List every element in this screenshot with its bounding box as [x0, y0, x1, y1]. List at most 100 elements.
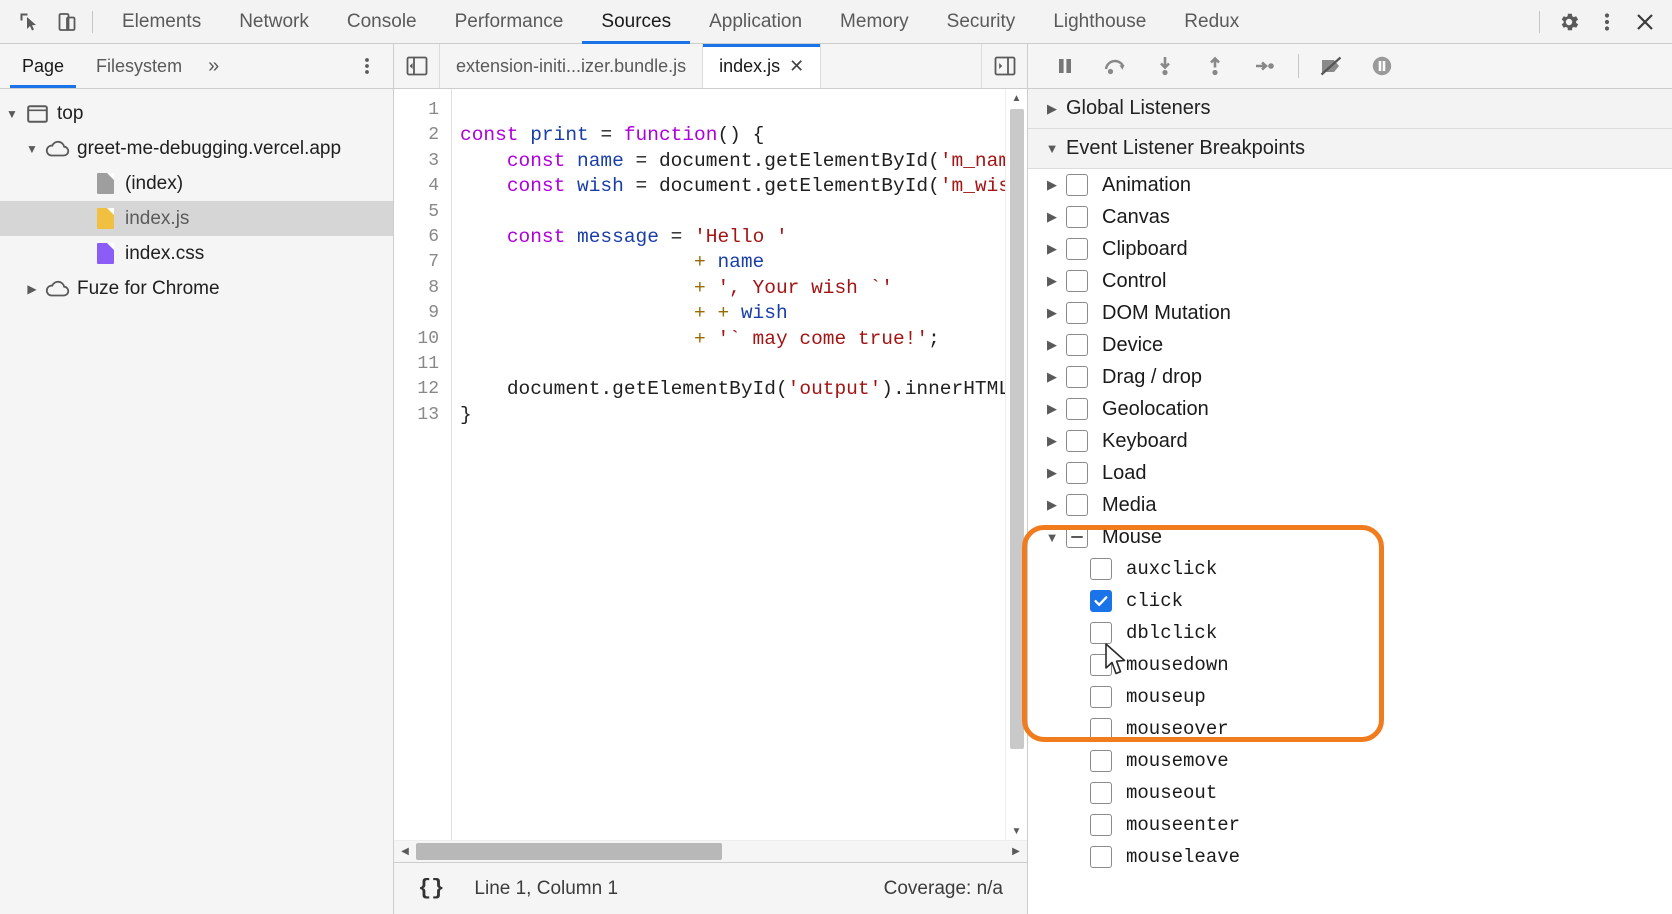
show-navigator-icon[interactable] — [394, 44, 440, 88]
checkbox-drag-drop[interactable] — [1066, 366, 1088, 388]
event-group-animation[interactable]: ▶ Animation — [1028, 169, 1672, 201]
editor-tab-extension-bundle[interactable]: extension-initi...izer.bundle.js — [440, 44, 704, 88]
editor-horizontal-scrollbar[interactable]: ◀ ▶ — [394, 840, 1027, 862]
tab-elements[interactable]: Elements — [103, 0, 220, 44]
pause-on-exceptions-icon[interactable] — [1357, 47, 1407, 85]
tree-item-vercel-app[interactable]: ▼ greet-me-debugging.vercel.app — [0, 131, 393, 166]
step-icon[interactable] — [1240, 47, 1290, 85]
device-toolbar-icon[interactable] — [48, 5, 86, 39]
tab-memory[interactable]: Memory — [821, 0, 928, 44]
event-item-mouseleave[interactable]: mouseleave — [1028, 841, 1672, 873]
section-global-listeners[interactable]: ▶ Global Listeners — [1028, 89, 1672, 129]
deactivate-breakpoints-icon[interactable] — [1307, 47, 1357, 85]
event-item-mousedown[interactable]: mousedown — [1028, 649, 1672, 681]
twisty-icon[interactable]: ▼ — [0, 107, 24, 121]
line-number[interactable]: 12 — [394, 377, 439, 402]
nav-tab-filesystem[interactable]: Filesystem — [80, 44, 198, 88]
line-number[interactable]: 10 — [394, 327, 439, 352]
editor-tab-index-js[interactable]: index.js ✕ — [703, 44, 822, 88]
checkbox-dom-mutation[interactable] — [1066, 302, 1088, 324]
scroll-right-icon[interactable]: ▶ — [1005, 846, 1027, 857]
code-line[interactable]: const name = document.getElementById('m_… — [460, 149, 1027, 174]
checkbox-auxclick[interactable] — [1090, 558, 1112, 580]
tab-application[interactable]: Application — [690, 0, 821, 44]
twisty-icon[interactable]: ▶ — [1038, 433, 1066, 449]
event-group-dom-mutation[interactable]: ▶ DOM Mutation — [1028, 297, 1672, 329]
code-line[interactable]: const wish = document.getElementById('m_… — [460, 174, 1027, 199]
event-group-canvas[interactable]: ▶ Canvas — [1028, 201, 1672, 233]
checkbox-mousedown[interactable] — [1090, 654, 1112, 676]
close-icon[interactable] — [1626, 5, 1664, 39]
scroll-left-icon[interactable]: ◀ — [394, 846, 416, 857]
tree-item-fuze-for-chrome[interactable]: ▶ Fuze for Chrome — [0, 271, 393, 306]
twisty-icon[interactable]: ▶ — [1038, 209, 1066, 225]
line-number[interactable]: 2 — [394, 123, 439, 148]
checkbox-mousemove[interactable] — [1090, 750, 1112, 772]
checkbox-clipboard[interactable] — [1066, 238, 1088, 260]
checkbox-control[interactable] — [1066, 270, 1088, 292]
tree-item-index-css[interactable]: index.css — [0, 236, 393, 271]
checkbox-dblclick[interactable] — [1090, 622, 1112, 644]
tree-item-index-html[interactable]: (index) — [0, 166, 393, 201]
twisty-icon[interactable]: ▶ — [1038, 241, 1066, 257]
source-code-text[interactable]: const print = function() { const name = … — [452, 89, 1027, 840]
code-line[interactable] — [460, 98, 1027, 123]
line-number[interactable]: 11 — [394, 352, 439, 377]
twisty-icon[interactable]: ▼ — [20, 142, 44, 156]
event-group-device[interactable]: ▶ Device — [1028, 329, 1672, 361]
checkbox-media[interactable] — [1066, 494, 1088, 516]
code-line[interactable]: + ', Your wish `' — [460, 276, 1027, 301]
section-event-listener-breakpoints[interactable]: ▼ Event Listener Breakpoints — [1028, 129, 1672, 169]
line-number[interactable]: 7 — [394, 250, 439, 275]
scroll-up-icon[interactable]: ▲ — [1006, 89, 1028, 107]
tab-lighthouse[interactable]: Lighthouse — [1034, 0, 1165, 44]
checkbox-click[interactable] — [1090, 590, 1112, 612]
event-item-mouseup[interactable]: mouseup — [1028, 681, 1672, 713]
pause-script-icon[interactable] — [1040, 47, 1090, 85]
line-number[interactable]: 9 — [394, 301, 439, 326]
checkbox-load[interactable] — [1066, 462, 1088, 484]
checkbox-geolocation[interactable] — [1066, 398, 1088, 420]
code-line[interactable] — [460, 352, 1027, 377]
pretty-print-icon[interactable]: {} — [408, 874, 454, 903]
twisty-icon[interactable]: ▼ — [1038, 141, 1066, 156]
step-over-icon[interactable] — [1090, 47, 1140, 85]
twisty-icon[interactable]: ▶ — [1038, 401, 1066, 417]
code-line[interactable]: const message = 'Hello ' — [460, 225, 1027, 250]
navigator-kebab-menu-icon[interactable] — [347, 44, 393, 88]
event-group-mouse[interactable]: ▼ Mouse — [1028, 521, 1672, 553]
tab-security[interactable]: Security — [928, 0, 1035, 44]
line-number[interactable]: 6 — [394, 225, 439, 250]
close-icon[interactable]: ✕ — [789, 57, 804, 75]
event-item-mouseout[interactable]: mouseout — [1028, 777, 1672, 809]
line-number[interactable]: 4 — [394, 174, 439, 199]
event-group-keyboard[interactable]: ▶ Keyboard — [1028, 425, 1672, 457]
twisty-icon[interactable]: ▶ — [1038, 337, 1066, 353]
checkbox-mouseleave[interactable] — [1090, 846, 1112, 868]
event-group-load[interactable]: ▶ Load — [1028, 457, 1672, 489]
checkbox-animation[interactable] — [1066, 174, 1088, 196]
tree-item-index-js[interactable]: index.js — [0, 201, 393, 236]
event-item-mouseenter[interactable]: mouseenter — [1028, 809, 1672, 841]
twisty-icon[interactable]: ▶ — [1038, 177, 1066, 193]
tab-network[interactable]: Network — [220, 0, 328, 44]
tab-console[interactable]: Console — [328, 0, 436, 44]
horizontal-scroll-track[interactable] — [416, 841, 1005, 863]
twisty-icon[interactable]: ▶ — [1038, 101, 1066, 117]
editor-vertical-scrollbar[interactable]: ▲ ▼ — [1005, 89, 1027, 840]
line-number[interactable]: 13 — [394, 403, 439, 428]
show-debugger-icon[interactable] — [981, 44, 1027, 88]
line-number[interactable]: 1 — [394, 98, 439, 123]
chevron-double-right-icon[interactable]: » — [198, 44, 229, 88]
gear-icon[interactable] — [1550, 5, 1588, 39]
vertical-scroll-thumb[interactable] — [1009, 109, 1024, 749]
code-line[interactable]: const print = function() { — [460, 123, 1027, 148]
code-line[interactable] — [460, 200, 1027, 225]
event-item-mousemove[interactable]: mousemove — [1028, 745, 1672, 777]
event-group-drag-drop[interactable]: ▶ Drag / drop — [1028, 361, 1672, 393]
twisty-icon[interactable]: ▶ — [1038, 305, 1066, 321]
event-group-clipboard[interactable]: ▶ Clipboard — [1028, 233, 1672, 265]
checkbox-mouseout[interactable] — [1090, 782, 1112, 804]
line-number[interactable]: 8 — [394, 276, 439, 301]
scroll-down-icon[interactable]: ▼ — [1006, 822, 1028, 840]
